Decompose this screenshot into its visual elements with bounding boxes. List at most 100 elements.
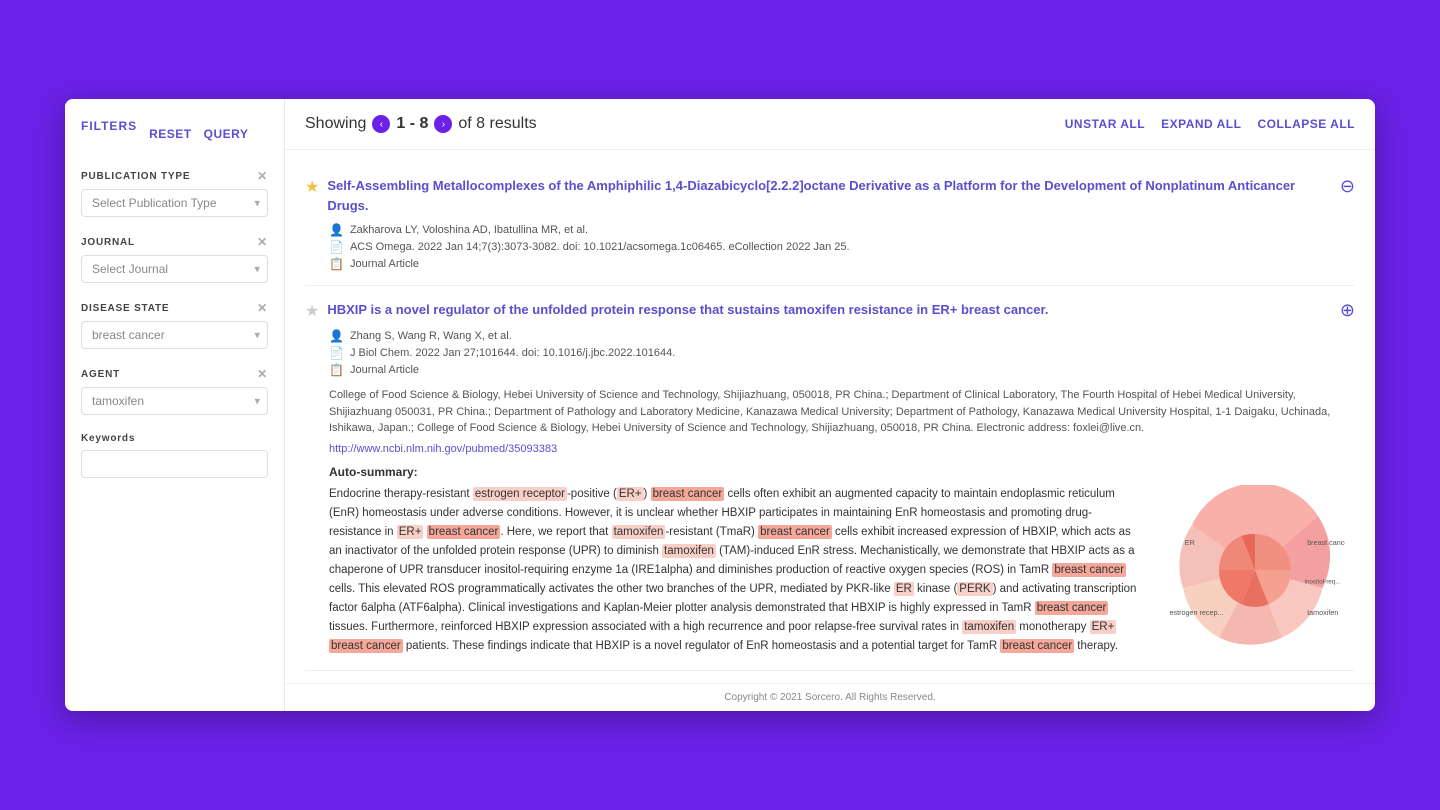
journal-icon-2: 📄 [329, 346, 344, 360]
authors-text: Zakharova LY, Voloshina AD, Ibatullina M… [350, 224, 588, 236]
journal-select[interactable]: Select Journal [81, 255, 268, 283]
result-title[interactable]: Self-Assembling Metallocomplexes of the … [327, 176, 1324, 215]
keywords-input[interactable] [81, 450, 268, 478]
journal-text-2: J Biol Chem. 2022 Jan 27;101644. doi: 10… [350, 347, 675, 359]
summary-text: Endocrine therapy-resistant estrogen rec… [329, 485, 1139, 656]
highlight-breast-cancer-5: breast cancer [1035, 601, 1109, 615]
sidebar: FILTERS RESET QUERY PUBLICATION TYPE ✕ S… [65, 99, 285, 710]
journal-filter: JOURNAL ✕ Select Journal [81, 235, 268, 283]
highlight-er-plus-3: ER+ [1090, 620, 1117, 634]
article-type: Journal Article [350, 258, 419, 270]
highlight-breast-cancer-6: breast cancer [329, 639, 403, 653]
journal-close[interactable]: ✕ [257, 235, 268, 249]
authors-row-2: 👤 Zhang S, Wang R, Wang X, et al. [329, 329, 1355, 343]
table-row: ★ Self-Assembling Metallocomplexes of th… [305, 162, 1355, 286]
agent-select-wrapper: tamoxifen [81, 387, 268, 415]
pie-label-inositol: inositol-req... [1305, 578, 1341, 585]
type-row-2: 📋 Journal Article [329, 363, 1355, 377]
collapse-all-button[interactable]: COLLAPSE ALL [1257, 117, 1355, 131]
pie-label-estrogen-receptor: estrogen recep... [1170, 608, 1224, 617]
pie-label-tamoxifen: tamoxifen [1307, 608, 1338, 617]
page-range: 1 - 8 [396, 115, 428, 133]
author-icon-2: 👤 [329, 329, 344, 343]
disease-state-filter: DISEASE STATE ✕ breast cancer [81, 301, 268, 349]
authors-row: 👤 Zakharova LY, Voloshina AD, Ibatullina… [329, 223, 1355, 237]
agent-close[interactable]: ✕ [257, 367, 268, 381]
next-page-button[interactable]: › [434, 115, 452, 133]
filter-actions: FILTERS RESET QUERY [81, 119, 268, 149]
highlight-tamoxifen-1: tamoxifen [612, 525, 666, 539]
auto-summary-label: Auto-summary: [329, 465, 1355, 479]
copyright-text: Copyright © 2021 Sorcero. All Rights Res… [285, 683, 1375, 711]
showing-text: Showing ‹ 1 - 8 › of 8 results [305, 115, 537, 133]
expand-icon-2[interactable]: ⊕ [1340, 300, 1355, 321]
result-title-row-2: ★ HBXIP is a novel regulator of the unfo… [305, 300, 1355, 321]
agent-filter: AGENT ✕ tamoxifen [81, 367, 268, 415]
highlight-breast-cancer-2: breast cancer [427, 525, 501, 539]
highlight-er-plus: ER+ [617, 487, 644, 501]
author-icon: 👤 [329, 223, 344, 237]
highlight-breast-cancer-1: breast cancer [651, 487, 725, 501]
publication-type-close[interactable]: ✕ [257, 169, 268, 183]
table-row: ★ HBXIP is a novel regulator of the unfo… [305, 286, 1355, 670]
query-button[interactable]: QUERY [204, 119, 249, 149]
results-area: ★ Self-Assembling Metallocomplexes of th… [285, 150, 1375, 682]
unstar-all-button[interactable]: UNSTAR ALL [1065, 117, 1145, 131]
pie-label-er: ER [1185, 538, 1195, 547]
highlight-breast-cancer-7: breast cancer [1000, 639, 1074, 653]
highlight-tamoxifen-2: tamoxifen [662, 544, 716, 558]
result-meta-2: 👤 Zhang S, Wang R, Wang X, et al. 📄 J Bi… [329, 329, 1355, 377]
pie-chart: breast cancer tamoxifen ER estrogen rece… [1165, 485, 1345, 655]
reset-button[interactable]: RESET [149, 119, 192, 149]
agent-label: AGENT ✕ [81, 367, 268, 381]
publication-type-filter: PUBLICATION TYPE ✕ Select Publication Ty… [81, 169, 268, 217]
expanded-content: College of Food Science & Biology, Hebei… [329, 387, 1355, 655]
highlight-er-kinase: ER [894, 582, 914, 596]
pie-label-breast-cancer: breast cancer [1307, 538, 1345, 547]
highlight-perk: PERK [957, 582, 992, 596]
header-actions: UNSTAR ALL EXPAND ALL COLLAPSE ALL [1065, 117, 1355, 131]
results-total: of 8 results [458, 115, 536, 133]
highlight-breast-cancer-4: breast cancer [1052, 563, 1126, 577]
journal-icon: 📄 [329, 240, 344, 254]
journal-row: 📄 ACS Omega. 2022 Jan 14;7(3):3073-3082.… [329, 240, 1355, 254]
main-content: Showing ‹ 1 - 8 › of 8 results UNSTAR AL… [285, 99, 1375, 710]
publication-type-select-wrapper: Select Publication Type [81, 189, 268, 217]
keywords-label: Keywords [81, 433, 268, 444]
highlight-tamoxifen-3: tamoxifen [962, 620, 1016, 634]
authors-text-2: Zhang S, Wang R, Wang X, et al. [350, 330, 512, 342]
highlight-breast-cancer-3: breast cancer [758, 525, 832, 539]
result-meta: 👤 Zakharova LY, Voloshina AD, Ibatullina… [329, 223, 1355, 271]
publication-type-label: PUBLICATION TYPE ✕ [81, 169, 268, 183]
summary-text-col: Endocrine therapy-resistant estrogen rec… [329, 485, 1139, 656]
type-icon: 📋 [329, 257, 344, 271]
highlight-estrogen-receptor: estrogen receptor [473, 487, 567, 501]
prev-page-button[interactable]: ‹ [372, 115, 390, 133]
app-container: FILTERS RESET QUERY PUBLICATION TYPE ✕ S… [65, 99, 1375, 710]
pie-chart-container: breast cancer tamoxifen ER estrogen rece… [1155, 485, 1355, 655]
expand-all-button[interactable]: EXPAND ALL [1161, 117, 1241, 131]
agent-select[interactable]: tamoxifen [81, 387, 268, 415]
filters-title: FILTERS [81, 119, 137, 133]
disease-state-close[interactable]: ✕ [257, 301, 268, 315]
article-type-2: Journal Article [350, 364, 419, 376]
result-title-row: ★ Self-Assembling Metallocomplexes of th… [305, 176, 1355, 215]
showing-label: Showing [305, 115, 366, 133]
disease-state-select-wrapper: breast cancer [81, 321, 268, 349]
star-icon[interactable]: ★ [305, 177, 319, 197]
type-row: 📋 Journal Article [329, 257, 1355, 271]
disease-state-label: DISEASE STATE ✕ [81, 301, 268, 315]
publication-type-select[interactable]: Select Publication Type [81, 189, 268, 217]
main-header: Showing ‹ 1 - 8 › of 8 results UNSTAR AL… [285, 99, 1375, 150]
result-title-2[interactable]: HBXIP is a novel regulator of the unfold… [327, 300, 1324, 320]
expand-icon[interactable]: ⊖ [1340, 176, 1355, 197]
journal-row-2: 📄 J Biol Chem. 2022 Jan 27;101644. doi: … [329, 346, 1355, 360]
summary-row: Endocrine therapy-resistant estrogen rec… [329, 485, 1355, 656]
journal-select-wrapper: Select Journal [81, 255, 268, 283]
pub-link[interactable]: http://www.ncbi.nlm.nih.gov/pubmed/35093… [329, 443, 1355, 455]
star-icon-2[interactable]: ★ [305, 301, 319, 321]
highlight-er-plus-2: ER+ [397, 525, 424, 539]
journal-text: ACS Omega. 2022 Jan 14;7(3):3073-3082. d… [350, 241, 850, 253]
journal-label: JOURNAL ✕ [81, 235, 268, 249]
disease-state-select[interactable]: breast cancer [81, 321, 268, 349]
